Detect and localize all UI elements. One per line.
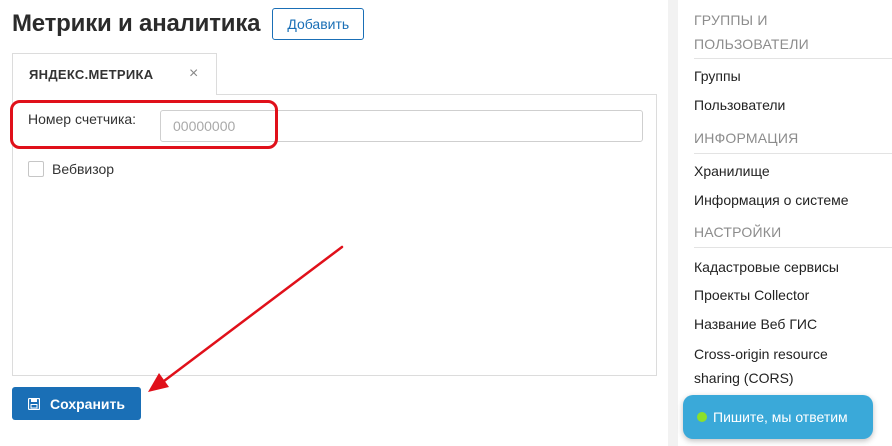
tab-yandex-metrika[interactable]: ЯНДЕКС.МЕТРИКА × (12, 53, 217, 95)
tab-label: ЯНДЕКС.МЕТРИКА (29, 67, 154, 82)
sidebar-item-cadastral-services[interactable]: Кадастровые сервисы (694, 255, 839, 279)
sidebar-item-groups[interactable]: Группы (694, 64, 741, 88)
sidebar-item-system-info[interactable]: Информация о системе (694, 188, 849, 212)
main-content: Метрики и аналитика Добавить ЯНДЕКС.МЕТР… (0, 0, 668, 446)
sidebar-item-cors-line2[interactable]: sharing (CORS) (694, 366, 794, 390)
counter-label: Номер счетчика: (28, 111, 137, 127)
section-divider (694, 153, 892, 154)
section-header-settings: НАСТРОЙКИ (694, 224, 782, 240)
sidebar-item-storage[interactable]: Хранилище (694, 159, 770, 183)
save-button-label: Сохранить (50, 395, 125, 412)
section-header-information: ИНФОРМАЦИЯ (694, 130, 799, 146)
counter-number-input[interactable] (160, 110, 643, 142)
section-header-groups-line1: ГРУППЫ И (694, 12, 768, 28)
sidebar-item-web-gis-name[interactable]: Название Веб ГИС (694, 312, 817, 336)
chat-label: Пишите, мы ответим (713, 409, 848, 425)
chat-widget-button[interactable]: Пишите, мы ответим (683, 395, 873, 439)
sidebar: ГРУППЫ И ПОЛЬЗОВАТЕЛИ Группы Пользовател… (678, 0, 892, 446)
webvisor-label: Вебвизор (52, 161, 115, 177)
online-status-icon (697, 412, 707, 422)
sidebar-item-cors-line1[interactable]: Cross-origin resource (694, 342, 828, 366)
counter-field-row: Номер счетчика: (28, 111, 136, 127)
webvisor-row: Вебвизор (28, 161, 114, 177)
tab-panel: Номер счетчика: Вебвизор (12, 94, 657, 376)
close-icon[interactable]: × (189, 66, 198, 82)
webvisor-checkbox[interactable] (28, 161, 44, 177)
floppy-disk-icon (28, 397, 40, 410)
section-header-groups-line2: ПОЛЬЗОВАТЕЛИ (694, 36, 809, 52)
section-divider (694, 58, 892, 59)
save-button[interactable]: Сохранить (12, 387, 141, 420)
page-title: Метрики и аналитика (12, 10, 261, 37)
title-row: Метрики и аналитика Добавить (12, 8, 365, 40)
sidebar-item-users[interactable]: Пользователи (694, 93, 785, 117)
add-button[interactable]: Добавить (272, 8, 365, 40)
sidebar-divider (668, 0, 678, 446)
sidebar-item-collector-projects[interactable]: Проекты Collector (694, 283, 809, 307)
section-divider (694, 247, 892, 248)
